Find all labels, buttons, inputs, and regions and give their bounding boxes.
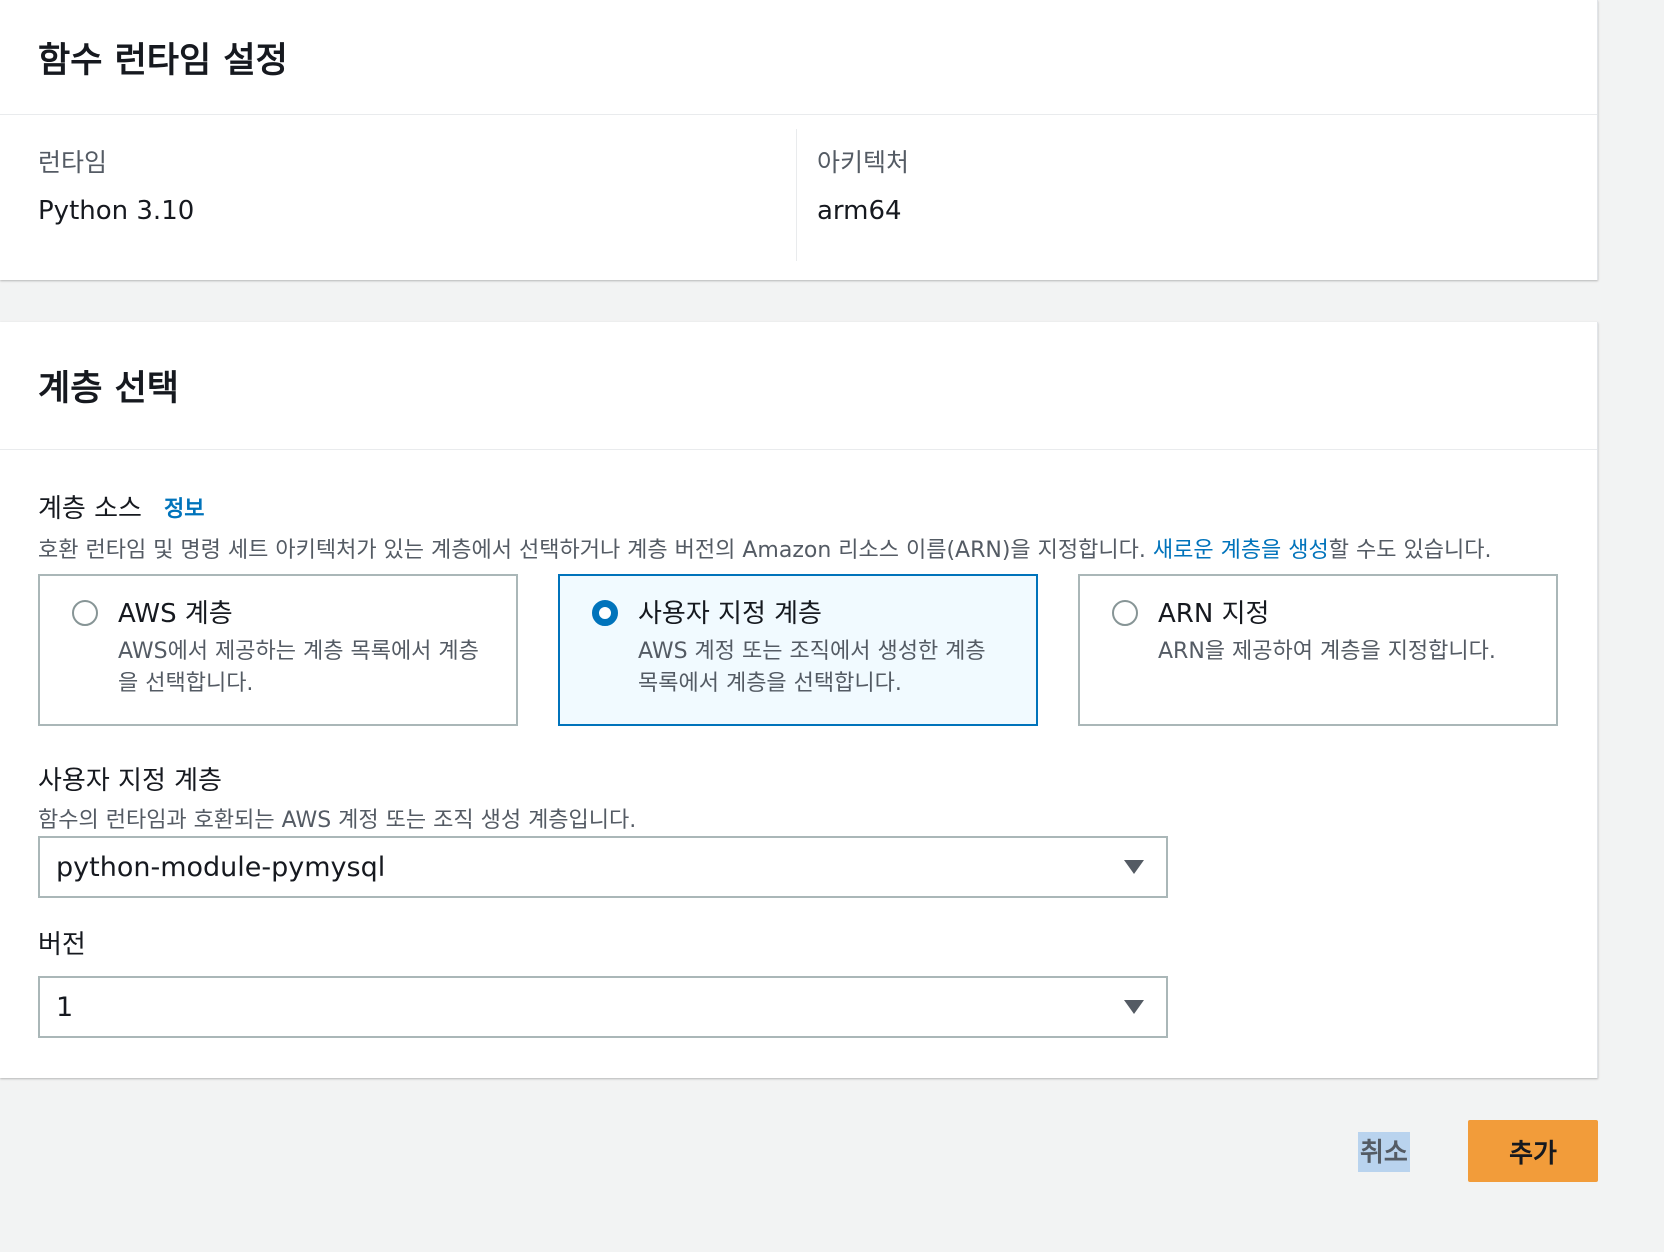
runtime-info-row: 런타임 Python 3.10 아키텍처 arm64 (0, 115, 1597, 279)
layer-selection-title: 계층 선택 (38, 369, 179, 409)
runtime-value: Python 3.10 (38, 196, 195, 226)
add-button[interactable]: 추가 (1468, 1120, 1598, 1182)
tile-description: AWS 계정 또는 조직에서 생성한 계층 목록에서 계층을 선택합니다. (638, 639, 986, 696)
layer-source-label: 계층 소스 (38, 494, 142, 524)
version-selected-value: 1 (56, 991, 74, 1023)
architecture-column: 아키텍처 arm64 (796, 129, 1592, 261)
radio-aws-layers[interactable] (72, 600, 98, 626)
architecture-label: 아키텍처 (817, 148, 910, 177)
radio-custom-layers[interactable] (592, 600, 618, 626)
tile-custom-layers[interactable]: 사용자 지정 계층 AWS 계정 또는 조직에서 생성한 계층 목록에서 계층을… (558, 574, 1038, 726)
layer-source-desc-suffix: 할 수도 있습니다. (1328, 538, 1492, 563)
tile-description: ARN을 제공하여 계층을 지정합니다. (1158, 639, 1496, 664)
info-link[interactable]: 정보 (164, 491, 204, 523)
custom-layer-description: 함수의 런타임과 호환되는 AWS 계정 또는 조직 생성 계층입니다. (38, 808, 637, 833)
custom-layer-select[interactable]: python-module-pymysql (38, 836, 1168, 898)
architecture-value: arm64 (817, 196, 902, 226)
custom-layer-label: 사용자 지정 계층 (38, 766, 222, 796)
tile-description: AWS에서 제공하는 계층 목록에서 계층을 선택합니다. (118, 639, 479, 696)
runtime-settings-title: 함수 런타임 설정 (38, 40, 288, 81)
layer-source-desc-prefix: 호환 런타임 및 명령 세트 아키텍처가 있는 계층에서 선택하거나 계층 버전… (38, 538, 1153, 563)
runtime-settings-header: 함수 런타임 설정 (0, 0, 1597, 115)
layer-source-description: 호환 런타임 및 명령 세트 아키텍처가 있는 계층에서 선택하거나 계층 버전… (38, 532, 1491, 564)
layer-selection-header: 계층 선택 (0, 322, 1597, 450)
tile-aws-layers[interactable]: AWS 계층 AWS에서 제공하는 계층 목록에서 계층을 선택합니다. (38, 574, 518, 726)
version-select[interactable]: 1 (38, 976, 1168, 1038)
cancel-button[interactable]: 취소 (1358, 1132, 1410, 1172)
tile-specify-arn[interactable]: ARN 지정 ARN을 제공하여 계층을 지정합니다. (1078, 574, 1558, 726)
caret-down-icon (1124, 1000, 1144, 1014)
tile-title: ARN 지정 (1158, 599, 1270, 629)
create-new-layer-link[interactable]: 새로운 계층을 생성 (1153, 538, 1329, 563)
version-label: 버전 (38, 930, 86, 960)
custom-layer-selected-value: python-module-pymysql (56, 851, 386, 883)
runtime-label: 런타임 (38, 148, 108, 177)
layer-source-tiles: AWS 계층 AWS에서 제공하는 계층 목록에서 계층을 선택합니다. 사용자… (38, 574, 1558, 726)
tile-title: 사용자 지정 계층 (638, 599, 822, 629)
layer-selection-panel: 계층 선택 계층 소스 정보 호환 런타임 및 명령 세트 아키텍처가 있는 계… (0, 322, 1598, 1078)
runtime-settings-panel: 함수 런타임 설정 런타임 Python 3.10 아키텍처 arm64 (0, 0, 1598, 280)
layer-source-label-row: 계층 소스 정보 (38, 488, 204, 525)
runtime-column: 런타임 Python 3.10 (0, 129, 796, 279)
tile-title: AWS 계층 (118, 599, 233, 629)
caret-down-icon (1124, 860, 1144, 874)
radio-specify-arn[interactable] (1112, 600, 1138, 626)
